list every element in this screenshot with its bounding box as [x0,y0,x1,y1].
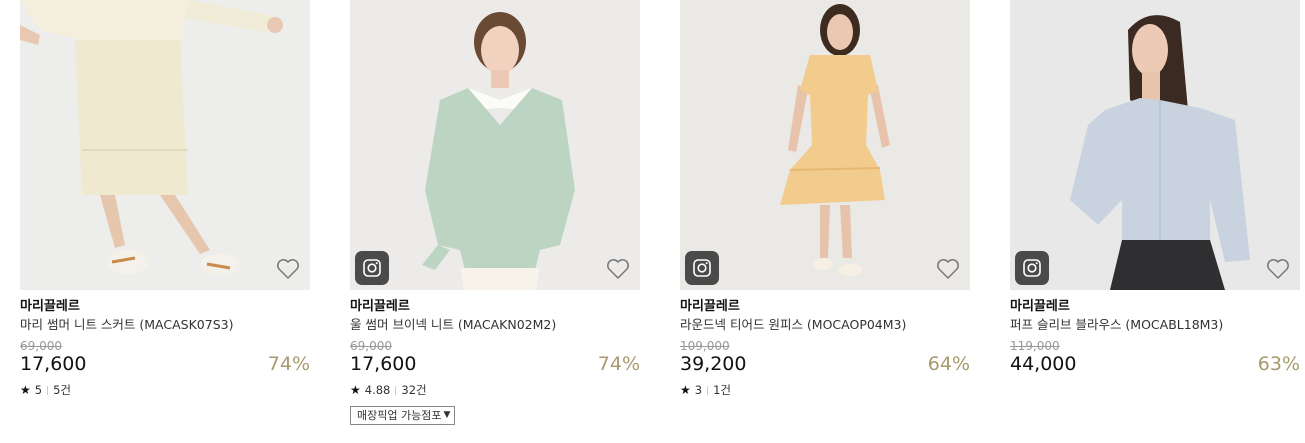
review-count: 1건 [713,383,731,397]
wishlist-heart-icon[interactable] [276,258,300,280]
product-photo[interactable] [20,0,310,290]
price-row: 44,000 63% [1010,353,1300,375]
store-pickup-label: 매장픽업 가능점포 [357,409,442,422]
sale-price: 17,600 [350,353,417,375]
instagram-icon[interactable] [355,251,389,285]
product-image[interactable] [1010,0,1300,290]
divider [707,385,709,395]
wishlist-heart-icon[interactable] [1266,258,1290,280]
price-row: 39,200 64% [680,353,970,375]
product-brand[interactable]: 마리끌레르 [1010,299,1300,315]
divider [47,385,49,395]
original-price: 69,000 [350,339,392,353]
product-card: 마리끌레르 울 썸머 브이넥 니트 (MACAKN02M2) 69,000 17… [350,0,640,425]
product-grid: 마리끌레르 마리 썸머 니트 스커트 (MACASK07S3) 69,000 1… [0,0,1305,443]
rating-value: 3 [694,383,703,397]
discount-rate: 74% [597,353,640,375]
product-name[interactable]: 퍼프 슬리브 블라우스 (MOCABL18M3) [1010,317,1300,333]
product-name[interactable]: 울 썸머 브이넥 니트 (MACAKN02M2) [350,317,640,333]
price-row: 17,600 74% [350,353,640,375]
sale-price: 39,200 [680,353,747,375]
wishlist-heart-icon[interactable] [606,258,630,280]
original-price: 69,000 [20,339,62,353]
product-photo[interactable] [1010,0,1300,290]
review-count: 5건 [53,383,71,397]
star-icon: ★ [350,383,361,397]
sale-price: 17,600 [20,353,87,375]
discount-rate: 74% [267,353,310,375]
product-brand[interactable]: 마리끌레르 [680,299,970,315]
caret-down-icon: ▼ [443,410,451,420]
product-card: 마리끌레르 퍼프 슬리브 블라우스 (MOCABL18M3) 119,000 4… [1010,0,1300,375]
rating-value: 5 [34,383,43,397]
rating-value: 4.88 [364,383,391,397]
instagram-icon[interactable] [685,251,719,285]
product-image[interactable] [350,0,640,290]
product-name[interactable]: 라운드넥 티어드 원피스 (MOCAOP04M3) [680,317,970,333]
product-image[interactable] [20,0,310,290]
product-card: 마리끌레르 마리 썸머 니트 스커트 (MACASK07S3) 69,000 1… [20,0,310,397]
review-count: 32건 [401,383,427,397]
price-row: 17,600 74% [20,353,310,375]
divider [395,385,397,395]
review-summary: ★ 3 1건 [680,383,970,397]
instagram-icon[interactable] [1015,251,1049,285]
star-icon: ★ [680,383,691,397]
original-price: 119,000 [1010,339,1060,353]
product-photo[interactable] [680,0,970,290]
discount-rate: 63% [1257,353,1300,375]
sale-price: 44,000 [1010,353,1077,375]
discount-rate: 64% [927,353,970,375]
product-card: 마리끌레르 라운드넥 티어드 원피스 (MOCAOP04M3) 109,000 … [680,0,970,397]
product-photo[interactable] [350,0,640,290]
product-name[interactable]: 마리 썸머 니트 스커트 (MACASK07S3) [20,317,310,333]
product-brand[interactable]: 마리끌레르 [20,299,310,315]
review-summary: ★ 4.88 32건 [350,383,640,397]
store-pickup-dropdown[interactable]: 매장픽업 가능점포 ▼ [350,406,456,425]
product-image[interactable] [680,0,970,290]
original-price: 109,000 [680,339,730,353]
review-summary: ★ 5 5건 [20,383,310,397]
product-brand[interactable]: 마리끌레르 [350,299,640,315]
wishlist-heart-icon[interactable] [936,258,960,280]
star-icon: ★ [20,383,31,397]
